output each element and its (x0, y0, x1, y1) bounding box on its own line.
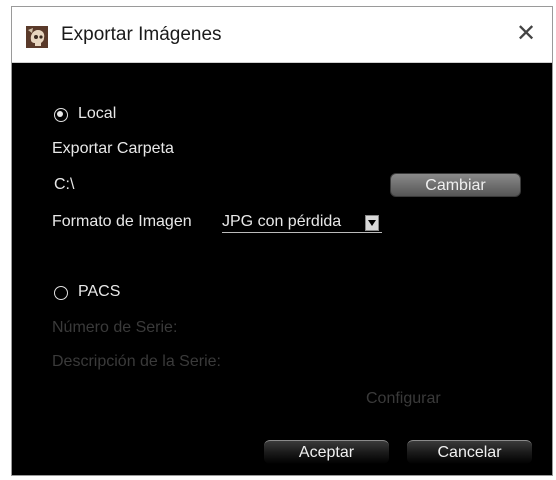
pacs-radio[interactable] (54, 286, 68, 300)
image-format-select[interactable]: JPG con pérdida (222, 212, 382, 233)
series-description-label: Descripción de la Serie: (52, 353, 221, 370)
chevron-down-icon[interactable] (365, 215, 379, 231)
accept-button[interactable]: Aceptar (264, 440, 389, 464)
close-icon[interactable]: ✕ (514, 20, 538, 48)
image-format-label: Formato de Imagen (52, 213, 192, 230)
cancel-button[interactable]: Cancelar (407, 440, 532, 464)
pacs-label: PACS (78, 283, 121, 300)
title-bar: Exportar Imágenes ✕ (12, 7, 552, 63)
configure-button[interactable]: Configurar (366, 390, 441, 408)
export-images-dialog: Exportar Imágenes ✕ Local Exportar Carpe… (11, 6, 553, 476)
series-number-label: Número de Serie: (52, 319, 178, 336)
change-folder-button[interactable]: Cambiar (390, 173, 521, 197)
local-label: Local (78, 105, 117, 122)
dialog-content: Local Exportar Carpeta C:\ Cambiar Forma… (12, 63, 552, 477)
local-radio[interactable] (54, 108, 68, 122)
image-format-value: JPG con pérdida (222, 213, 342, 230)
export-folder-label: Exportar Carpeta (52, 140, 174, 157)
skull-app-icon (26, 26, 48, 48)
window-title: Exportar Imágenes (61, 24, 222, 45)
folder-path: C:\ (54, 176, 75, 193)
